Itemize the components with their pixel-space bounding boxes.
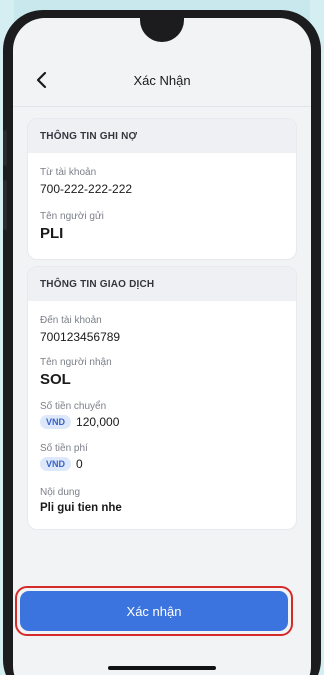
from-account-value: 700-222-222-222	[40, 182, 133, 196]
recipient-value: SOL	[40, 371, 71, 388]
transaction-info-heading: THÔNG TIN GIAO DỊCH	[28, 267, 296, 301]
debit-info-heading: THÔNG TIN GHI NỢ	[28, 119, 296, 153]
sender-field: Tên người gửi PLI	[40, 211, 104, 242]
currency-badge: VND	[40, 415, 72, 429]
header-divider	[13, 106, 311, 107]
confirm-button[interactable]: Xác nhận	[20, 591, 288, 631]
phone-frame: Xác Nhận THÔNG TIN GHI NỢ Từ tài khoản 7…	[3, 10, 321, 675]
app-header: Xác Nhận	[13, 58, 311, 102]
debit-info-card: THÔNG TIN GHI NỢ Từ tài khoản 700-222-22…	[27, 118, 297, 260]
from-account-field: Từ tài khoản 700-222-222-222	[40, 167, 132, 196]
page-title: Xác Nhận	[133, 72, 191, 88]
recipient-field: Tên người nhận SOL	[40, 357, 112, 388]
amount-label: Số tiền chuyển	[40, 401, 107, 412]
amount-field: Số tiền chuyển VND 120,000	[40, 401, 119, 429]
currency-badge: VND	[40, 457, 72, 471]
fee-field: Số tiền phí VND 0	[40, 443, 88, 471]
content-value: Pli gui tien nhe	[40, 502, 122, 514]
to-account-label: Đến tài khoản	[40, 315, 102, 326]
phone-side-button	[3, 180, 7, 230]
confirm-button-highlight: Xác nhận	[15, 586, 293, 636]
sender-label: Tên người gửi	[40, 211, 104, 222]
transaction-info-card: THÔNG TIN GIAO DỊCH Đến tài khoản 700123…	[27, 266, 297, 530]
content-label: Nội dung	[40, 487, 81, 498]
fee-value: 0	[76, 457, 83, 471]
amount-value: 120,000	[76, 415, 120, 429]
phone-side-button	[3, 130, 7, 166]
phone-screen: Xác Nhận THÔNG TIN GHI NỢ Từ tài khoản 7…	[13, 18, 311, 675]
content-field: Nội dung Pli gui tien nhe	[40, 487, 122, 514]
chevron-left-icon[interactable]	[33, 71, 51, 89]
fee-label: Số tiền phí	[40, 443, 88, 454]
to-account-value: 700123456789	[40, 330, 121, 344]
sender-value: PLI	[40, 225, 64, 242]
from-account-label: Từ tài khoản	[40, 167, 97, 178]
home-indicator	[108, 666, 216, 670]
camera-notch	[140, 18, 184, 42]
recipient-label: Tên người nhận	[40, 357, 112, 368]
to-account-field: Đến tài khoản 700123456789	[40, 315, 120, 344]
